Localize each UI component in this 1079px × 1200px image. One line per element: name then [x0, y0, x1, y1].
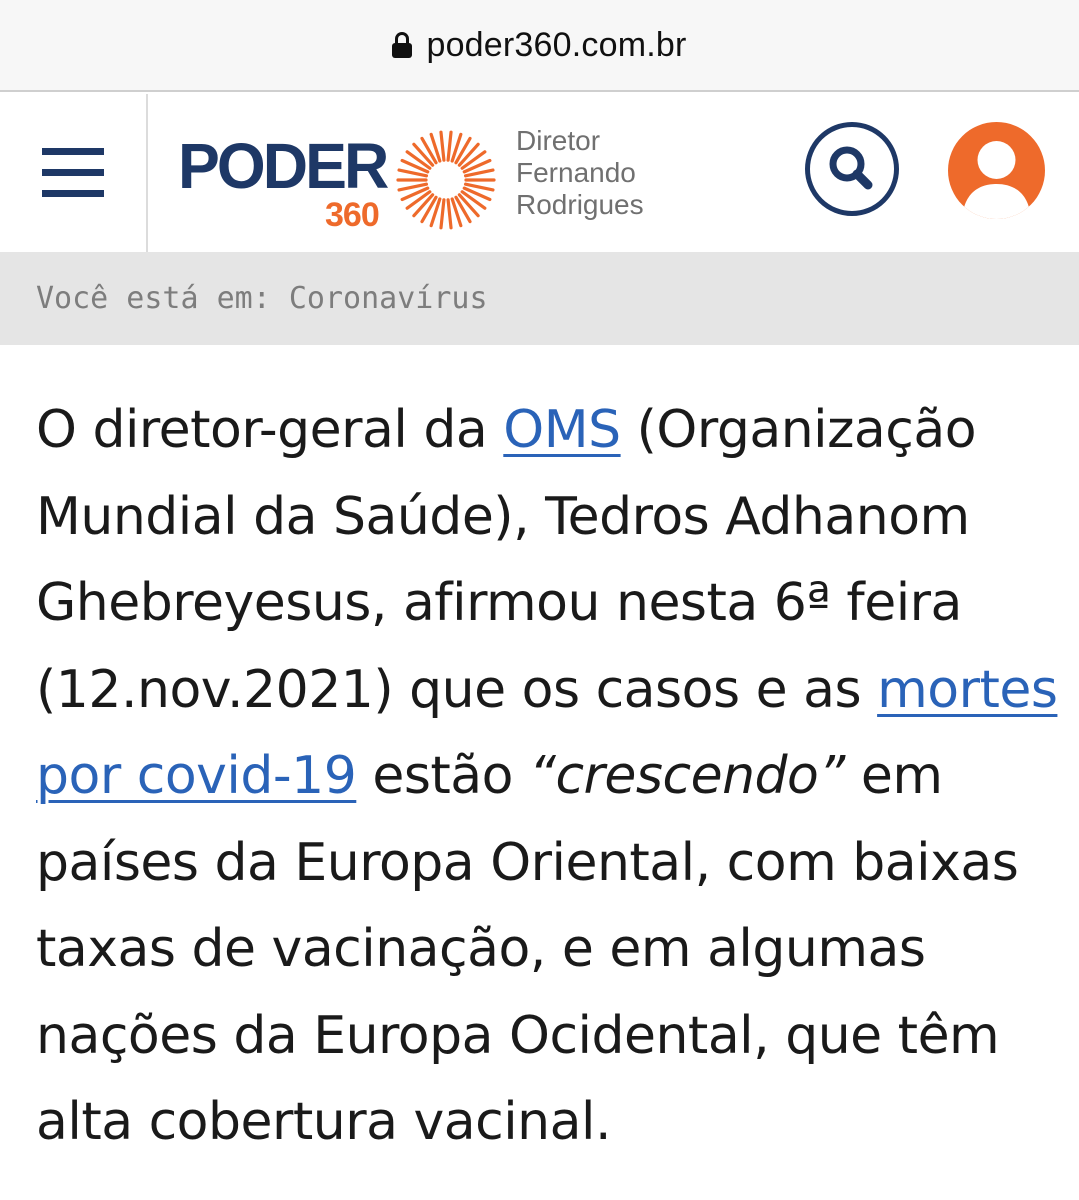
site-header: PODER 360 Diretor Fernando Rodrigues — [0, 94, 1079, 252]
article-paragraph: O diretor-geral da OMS (Organização Mund… — [36, 387, 1058, 1166]
text-segment: em — [844, 746, 943, 806]
text-segment: (Organização — [620, 400, 977, 460]
sun-icon — [396, 130, 496, 230]
emphasis-quote: “crescendo” — [529, 746, 845, 806]
user-icon — [962, 141, 1031, 219]
mortes-covid-link[interactable]: mortes — [877, 660, 1058, 720]
article-line: países da Europa Oriental, com baixas — [36, 832, 1019, 893]
mortes-covid-link-continued[interactable]: por covid-19 — [36, 746, 357, 806]
article-line: Mundial da Saúde), Tedros Adhanom — [36, 486, 970, 547]
oms-link[interactable]: OMS — [503, 400, 621, 460]
menu-icon — [42, 148, 104, 155]
breadcrumb: Você está em: Coronavírus — [0, 252, 1079, 345]
director-credit: Diretor Fernando Rodrigues — [516, 125, 644, 221]
search-icon — [829, 146, 873, 190]
text-segment: (12.nov.2021) que os casos e as — [36, 659, 878, 720]
article-line: taxas de vacinação, e em algumas — [36, 919, 926, 979]
text-segment: O diretor-geral da — [36, 400, 504, 460]
lock-icon — [392, 32, 413, 58]
url-text: poder360.com.br — [426, 25, 687, 64]
address-bar[interactable]: poder360.com.br — [0, 0, 1079, 92]
sun-ray — [446, 198, 453, 230]
article-line: nações da Europa Ocidental, que têm — [36, 1005, 1000, 1066]
director-line-2: Fernando — [516, 157, 636, 188]
director-line-1: Diretor — [516, 125, 601, 156]
sun-ray — [439, 130, 446, 162]
article-line: alta cobertura vacinal. — [36, 1092, 611, 1152]
director-line-3: Rodrigues — [516, 189, 644, 220]
sun-ray — [439, 198, 446, 230]
address-bar-content: poder360.com.br — [392, 26, 686, 65]
menu-button[interactable] — [0, 94, 148, 252]
breadcrumb-text: Você está em: Coronavírus — [36, 281, 488, 316]
text-segment: estão — [356, 746, 530, 806]
article-line: Ghebreyesus, afirmou nesta 6ª feira — [36, 573, 962, 633]
article-line: (12.nov.2021) que os casos e as mortes — [36, 647, 1058, 734]
logo-word: PODER — [178, 130, 389, 202]
logo-number: 360 — [325, 196, 380, 234]
article-line: por covid-19 estão “crescendo” em — [36, 733, 1056, 820]
search-button[interactable] — [805, 122, 899, 216]
sun-ray — [446, 130, 453, 162]
article-line: O diretor-geral da OMS (Organização — [36, 387, 1056, 474]
user-account-button[interactable] — [948, 122, 1045, 219]
